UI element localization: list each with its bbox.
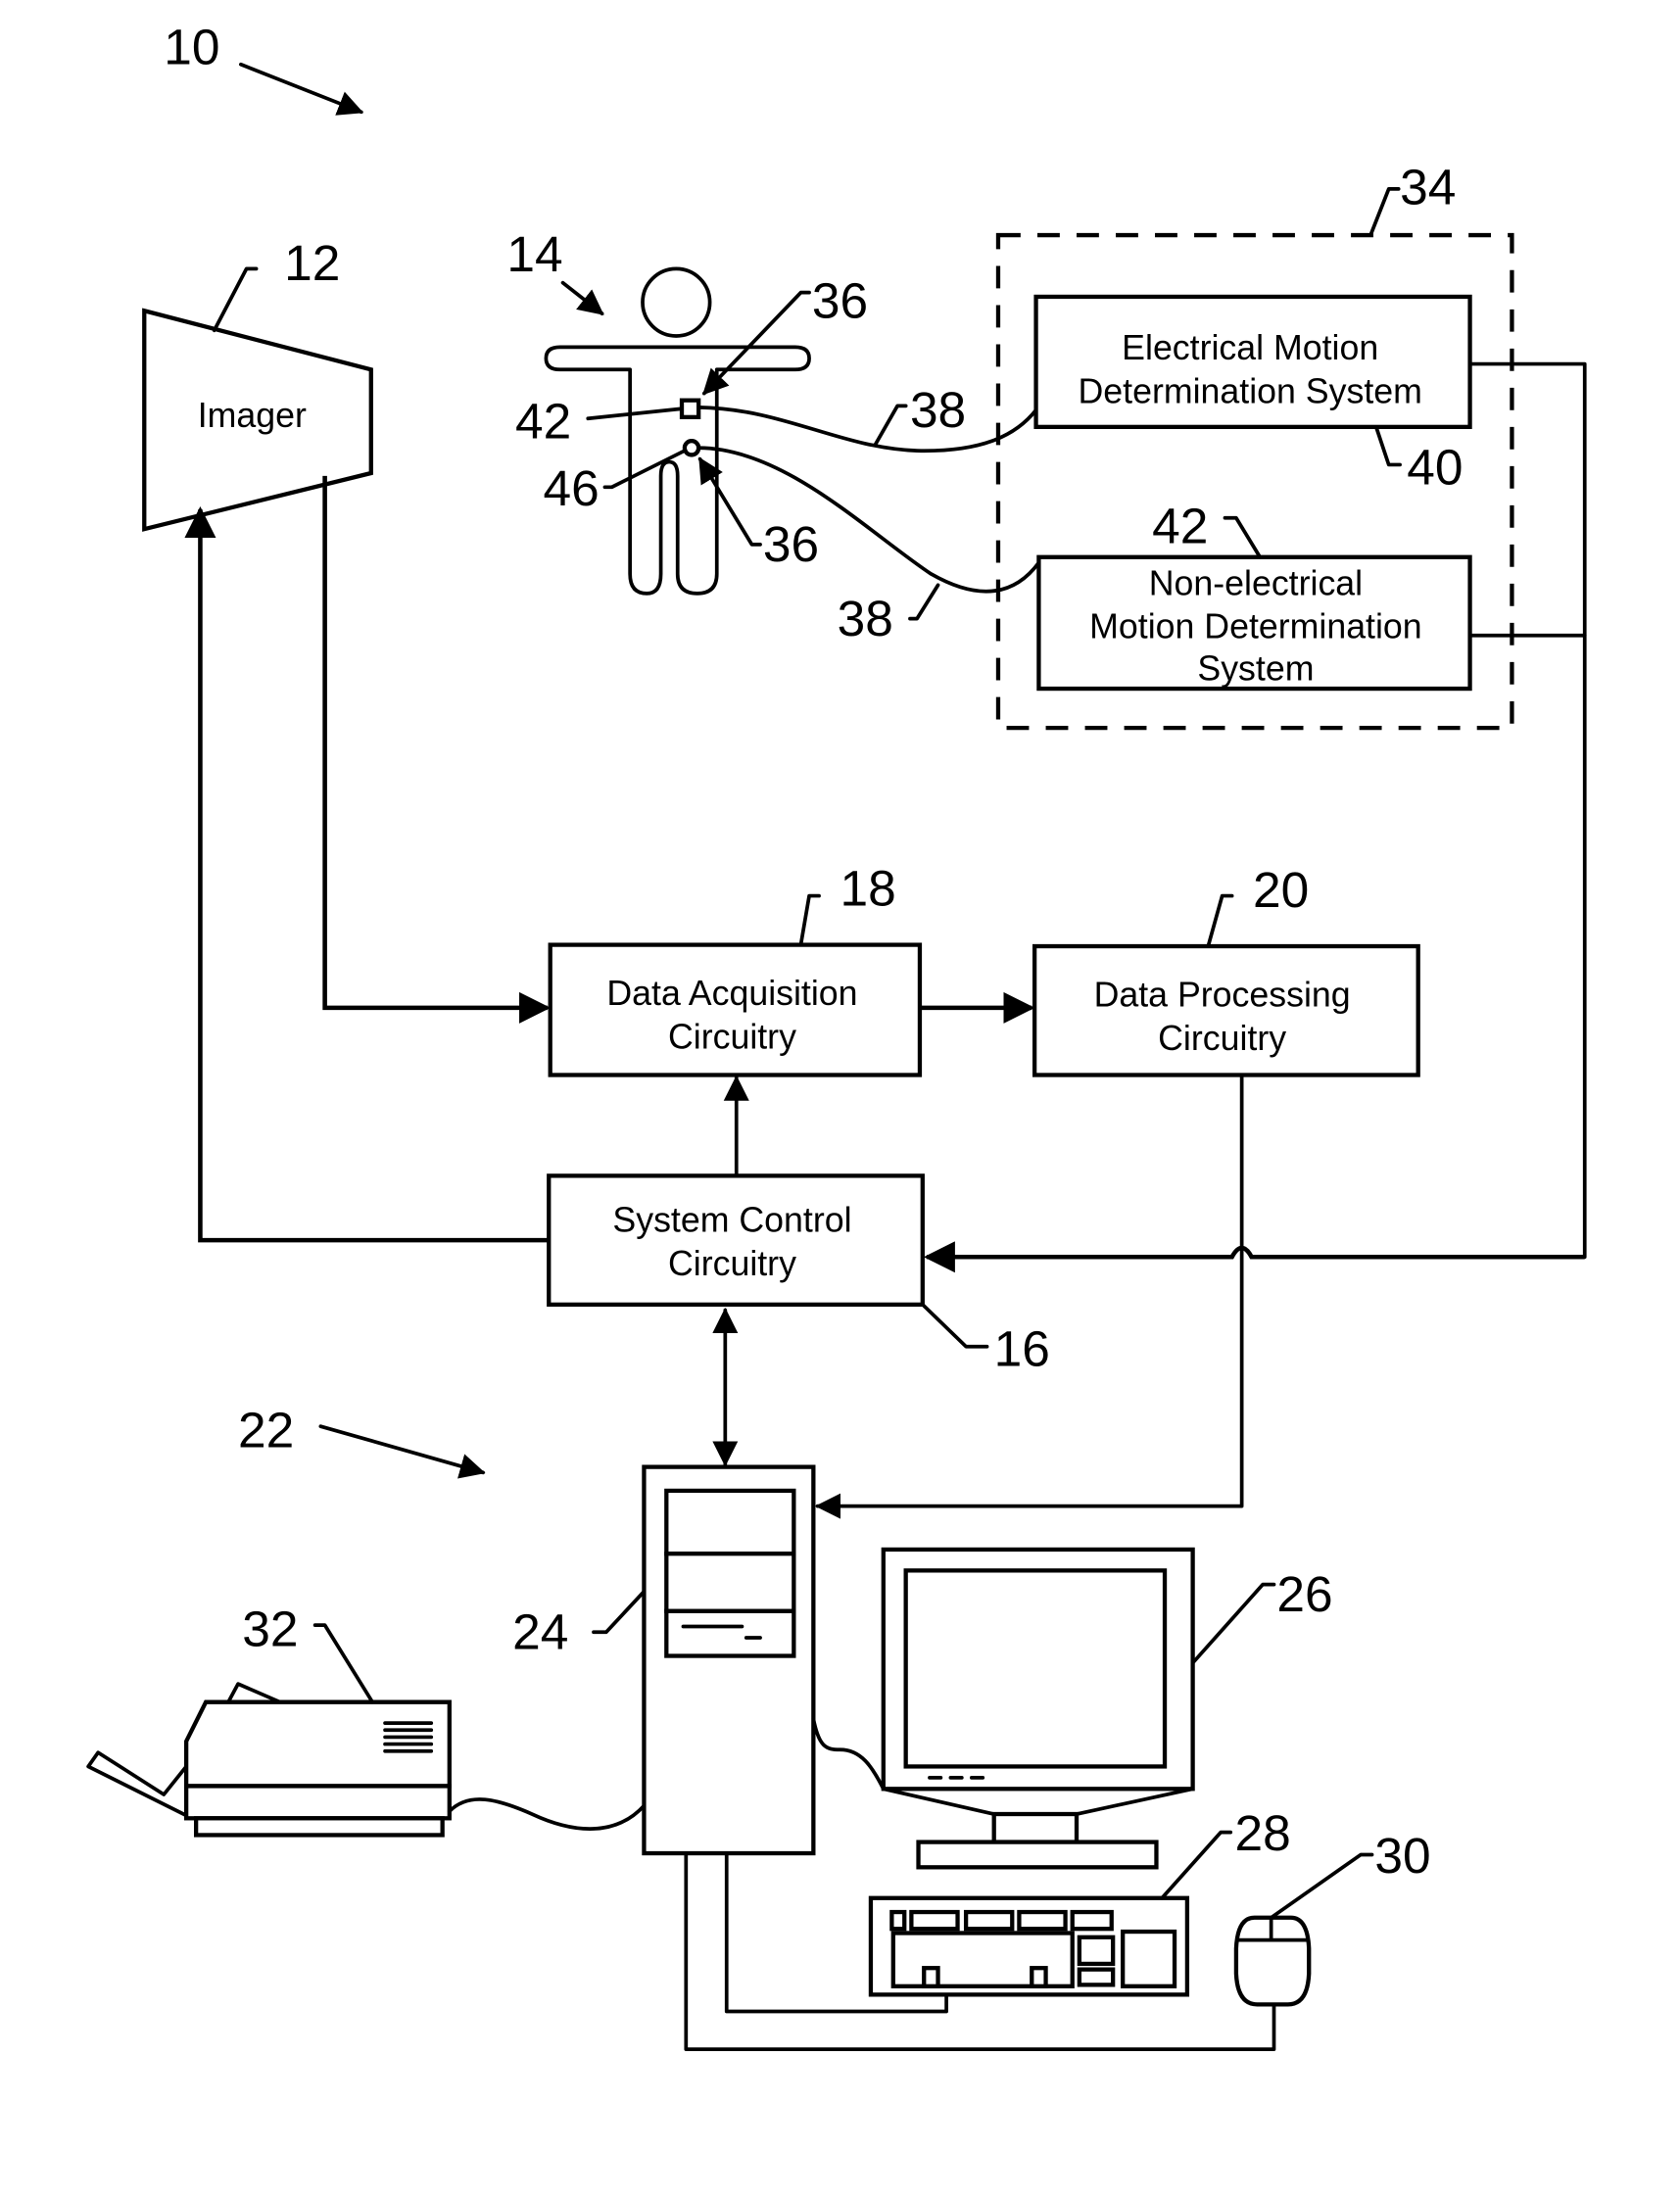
non-electrical-motion-system: Non-electrical Motion Determination Syst…	[1036, 554, 1472, 692]
control-to-imager-line	[184, 505, 550, 1243]
arrow-key-block	[1077, 1967, 1116, 1987]
square-sensor	[679, 398, 701, 419]
drive-bay-3	[664, 1608, 796, 1658]
data-processing-circuitry: Data Processing Circuitry	[1032, 943, 1420, 1077]
function-key-block	[1070, 1909, 1114, 1932]
printer-output-tray	[86, 1750, 189, 1818]
drive-bay-2	[664, 1552, 796, 1613]
system-control-box	[547, 1173, 925, 1307]
ref-data-processing: 20	[1253, 861, 1309, 918]
keyboard-leader	[1160, 1830, 1233, 1900]
data-acquisition-line1: Data Acquisition	[606, 974, 857, 1013]
electrical-motion-system: Electrical Motion Determination System	[1033, 294, 1472, 429]
ref-mouse: 30	[1374, 1827, 1430, 1884]
patient-head	[641, 266, 712, 338]
ref-printer: 32	[242, 1601, 298, 1657]
printer	[86, 1682, 452, 1838]
space-key-left	[922, 1966, 940, 1988]
monitor-stand-base	[916, 1840, 1159, 1870]
electrical-motion-line1: Electrical Motion	[1122, 328, 1378, 367]
computer-printer-cable	[447, 1797, 647, 1831]
drive-bay-1	[664, 1488, 796, 1556]
mouse	[1233, 1915, 1312, 2007]
patient-pointer-arrow	[560, 280, 604, 315]
round-sensor	[682, 438, 701, 457]
sensor-bottom-pointer	[697, 456, 762, 547]
motion-group-leader	[1368, 187, 1401, 237]
ref-system: 10	[164, 19, 219, 75]
monitor-stand-neck	[881, 1787, 1195, 1816]
imager-label: Imager	[198, 396, 307, 435]
monitor-leader	[1190, 1582, 1276, 1665]
key-esc	[889, 1909, 907, 1932]
function-key-block	[909, 1909, 960, 1932]
ref-round-sensor: 46	[544, 459, 600, 516]
electrical-motion-line2: Determination System	[1079, 372, 1422, 411]
printer-paper-tray-top	[226, 1682, 282, 1704]
nav-key-block	[1077, 1935, 1116, 1967]
data-acquisition-leader	[798, 893, 821, 947]
ref-sensor-bottom: 36	[763, 515, 819, 572]
function-key-block	[1017, 1909, 1068, 1932]
ref-sensor-top: 36	[812, 271, 868, 328]
data-processing-line1: Data Processing	[1094, 975, 1351, 1014]
computer-monitor-cable	[811, 1716, 886, 1792]
printer-base	[194, 1816, 445, 1838]
non-electrical-motion-leader	[1223, 515, 1263, 559]
round-sensor-leader	[602, 449, 687, 490]
mouse-leader	[1269, 1852, 1374, 1920]
non-electrical-motion-line1: Non-electrical	[1149, 563, 1363, 602]
ref-electrical-motion: 40	[1407, 438, 1463, 495]
ref-imager: 12	[284, 234, 340, 291]
space-key-right	[1030, 1966, 1048, 1988]
ref-motion-group: 34	[1400, 159, 1456, 215]
function-key-block	[963, 1909, 1015, 1932]
electrical-motion-output	[1467, 361, 1587, 1260]
printer-leader	[312, 1623, 375, 1704]
ref-keyboard: 28	[1234, 1804, 1290, 1861]
computer-tower	[642, 1464, 816, 1856]
monitor-screen	[903, 1568, 1168, 1769]
system-control-line2: Circuitry	[668, 1244, 796, 1283]
electrical-motion-leader	[1373, 424, 1402, 467]
system-control-line1: System Control	[612, 1201, 851, 1240]
non-electrical-motion-line2: Motion Determination	[1089, 607, 1422, 646]
ref-square-sensor: 42	[515, 392, 571, 449]
lead-bottom-leader	[908, 583, 940, 621]
monitor-stand-neck-box	[991, 1811, 1080, 1844]
ref-computer: 24	[512, 1602, 568, 1659]
data-processing-line2: Circuitry	[1158, 1019, 1286, 1058]
square-sensor-leader	[586, 406, 684, 421]
sensor-top-pointer	[702, 290, 811, 396]
monitor	[881, 1547, 1195, 1870]
workstation-pointer-arrow	[318, 1424, 486, 1479]
numpad-block	[1121, 1929, 1177, 1988]
non-electrical-motion-line3: System	[1197, 649, 1314, 689]
ref-monitor: 26	[1276, 1565, 1332, 1622]
system-pointer-arrow	[239, 62, 364, 116]
patent-figure: 10 Imager 12 14 42 46 36 36 38 38 34 Ele…	[86, 19, 1587, 2051]
ref-workstation: 22	[238, 1402, 294, 1458]
imager-to-acquisition-line	[322, 475, 552, 1024]
lead-to-electrical	[696, 405, 1038, 454]
ref-patient: 14	[506, 225, 562, 282]
ref-lead-top: 38	[910, 381, 966, 438]
data-acquisition-line2: Circuitry	[668, 1017, 796, 1056]
lead-to-non-electrical	[696, 446, 1041, 594]
ref-system-control: 16	[994, 1320, 1050, 1377]
data-processing-leader	[1206, 893, 1234, 948]
system-control-leader	[920, 1302, 989, 1349]
ref-data-acquisition: 18	[840, 860, 895, 917]
system-control-circuitry: System Control Circuitry	[547, 1173, 925, 1307]
keyboard	[868, 1895, 1190, 1997]
motion-to-control-line	[923, 1241, 1585, 1273]
data-acquisition-circuitry: Data Acquisition Circuitry	[548, 942, 923, 1077]
computer-leader	[592, 1589, 647, 1635]
printer-body-lower	[184, 1784, 452, 1821]
lead-top-leader	[873, 404, 908, 448]
ref-non-electrical-motion: 42	[1152, 497, 1208, 553]
imager: Imager	[142, 308, 373, 532]
imager-leader	[212, 266, 259, 333]
ref-lead-bottom: 38	[838, 590, 893, 646]
